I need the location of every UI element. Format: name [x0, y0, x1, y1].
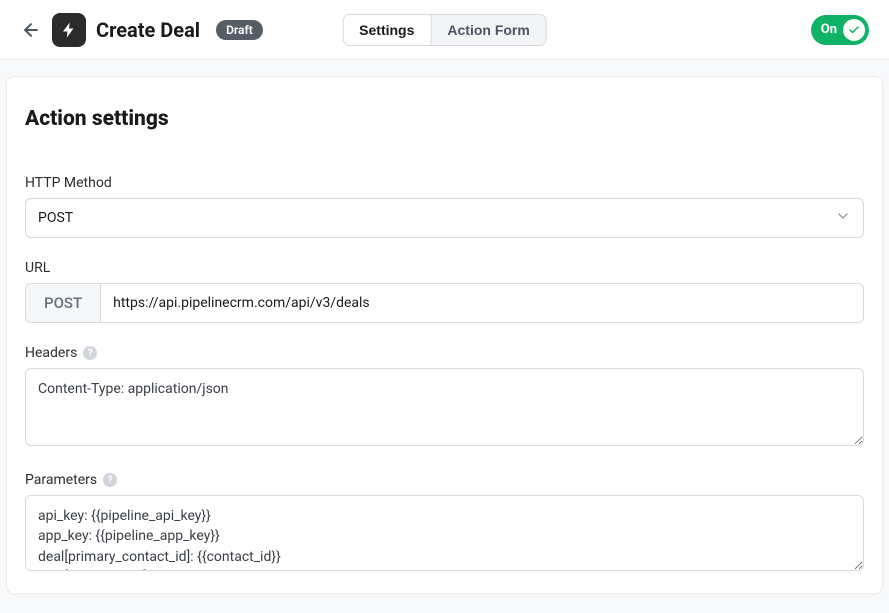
- settings-card: Action settings HTTP Method POST URL POS…: [6, 76, 883, 594]
- header-left: Create Deal Draft: [20, 13, 263, 47]
- http-method-value: POST: [38, 210, 73, 226]
- toggle-label: On: [821, 22, 837, 37]
- header-bar: Create Deal Draft Settings Action Form O…: [0, 0, 889, 60]
- help-icon[interactable]: ?: [103, 473, 117, 487]
- headers-textarea[interactable]: [25, 368, 864, 446]
- field-http-method: HTTP Method POST: [25, 175, 864, 238]
- parameters-label-row: Parameters ?: [25, 472, 864, 488]
- headers-label-row: Headers ?: [25, 345, 864, 361]
- status-badge: Draft: [216, 20, 263, 40]
- http-method-select[interactable]: POST: [25, 198, 864, 238]
- tab-action-form[interactable]: Action Form: [431, 15, 545, 45]
- tab-settings[interactable]: Settings: [343, 15, 431, 45]
- url-input[interactable]: [100, 283, 864, 323]
- field-parameters: Parameters ?: [25, 472, 864, 575]
- http-method-label: HTTP Method: [25, 175, 864, 191]
- url-row: POST: [25, 283, 864, 323]
- chevron-down-icon: [835, 208, 851, 228]
- field-url: URL POST: [25, 260, 864, 323]
- parameters-label: Parameters: [25, 472, 97, 488]
- header-tabs: Settings Action Form: [342, 14, 547, 46]
- back-button[interactable]: [20, 19, 42, 41]
- check-icon: [848, 24, 860, 36]
- help-icon[interactable]: ?: [83, 346, 97, 360]
- header-right: On: [811, 15, 869, 45]
- section-title: Action settings: [25, 107, 864, 131]
- url-label: URL: [25, 260, 864, 276]
- field-headers: Headers ?: [25, 345, 864, 450]
- toggle-knob: [843, 19, 865, 41]
- enable-toggle[interactable]: On: [811, 15, 869, 45]
- app-icon: [52, 13, 86, 47]
- arrow-left-icon: [21, 20, 41, 40]
- parameters-textarea[interactable]: [25, 495, 864, 571]
- headers-label: Headers: [25, 345, 77, 361]
- url-method-prefix: POST: [25, 283, 100, 323]
- tab-group: Settings Action Form: [342, 14, 547, 46]
- page-title: Create Deal: [96, 18, 200, 42]
- lightning-icon: [60, 21, 78, 39]
